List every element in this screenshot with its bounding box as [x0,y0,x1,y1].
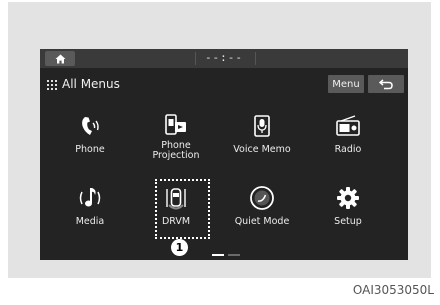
app-tile-radio[interactable]: Radio [308,111,388,173]
clock: --:-- [204,51,244,64]
app-label: Media [75,216,105,227]
page-indicator-inactive [228,254,240,256]
phone-projection-icon [165,114,186,135]
back-icon [379,78,393,89]
app-label: Phone [75,144,105,155]
setup-icon [337,187,359,209]
status-divider [255,52,256,65]
app-tile-quiet-mode[interactable]: Quiet Mode [222,183,302,245]
app-tile-phone-projection[interactable]: Phone Projection [136,111,216,173]
back-button[interactable] [368,75,404,93]
app-label: Radio [334,144,362,155]
drvm-highlight-box [155,179,210,239]
callout-marker: 1 [171,239,188,256]
radio-icon [336,115,360,136]
app-label: Phone Projection [152,140,200,161]
menu-button[interactable]: Menu [328,75,364,93]
media-icon [79,188,101,207]
page-title: All Menus [62,77,120,91]
app-tile-setup[interactable]: Setup [308,183,388,245]
infotainment-screen: --:-- All Menus Menu Phone Phone Project… [40,49,408,260]
app-tile-phone[interactable]: Phone [50,111,130,173]
quiet-mode-icon [250,186,274,210]
app-tile-media[interactable]: Media [50,183,130,245]
app-tile-voice-memo[interactable]: Voice Memo [222,111,302,173]
status-bar: --:-- [40,49,408,68]
page-indicator-active [212,254,224,256]
phone-icon [82,117,99,135]
app-label: Voice Memo [233,144,291,155]
voice-memo-icon [254,115,270,137]
title-bar: All Menus Menu [40,74,408,96]
all-menus-grid-icon [47,80,57,90]
app-label: Setup [334,216,362,227]
figure-code: OAI3053050L [352,283,434,297]
app-label: Quiet Mode [234,216,290,227]
